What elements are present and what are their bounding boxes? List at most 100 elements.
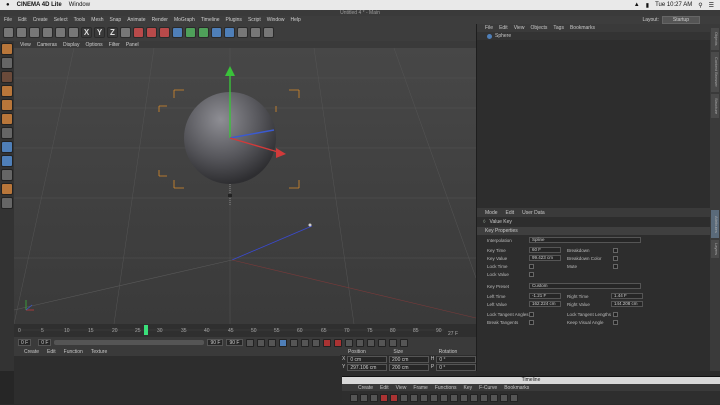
- attr-menu-user-data[interactable]: User Data: [522, 210, 545, 216]
- zero-angle-button[interactable]: [490, 394, 498, 402]
- menu-plugins[interactable]: Plugins: [226, 17, 242, 23]
- key-time-field[interactable]: 60 F: [529, 247, 561, 253]
- timeline-menu-view[interactable]: View: [396, 385, 407, 391]
- menu-mesh[interactable]: Mesh: [91, 17, 103, 23]
- min-frame-field[interactable]: 0 F: [38, 339, 52, 346]
- record-button[interactable]: [322, 338, 331, 347]
- render-view-button[interactable]: [133, 27, 144, 38]
- timeline-menu-create[interactable]: Create: [358, 385, 373, 391]
- deformer-button[interactable]: [224, 27, 235, 38]
- render-settings-button[interactable]: [159, 27, 170, 38]
- material-menu-edit[interactable]: Edit: [47, 349, 56, 355]
- zoom-button[interactable]: [400, 394, 408, 402]
- z-axis-lock-button[interactable]: Z: [107, 27, 118, 38]
- attr-menu-edit[interactable]: Edit: [506, 210, 515, 216]
- breakdown-color-checkbox[interactable]: [613, 256, 618, 261]
- timeline-menu-edit[interactable]: Edit: [380, 385, 389, 391]
- object-menu-edit[interactable]: Edit: [499, 25, 508, 31]
- object-menu-file[interactable]: File: [485, 25, 493, 31]
- viewport-menu-filter[interactable]: Filter: [109, 42, 120, 48]
- left-time-field[interactable]: -1.21 F: [529, 293, 561, 299]
- attr-menu-mode[interactable]: Mode: [485, 210, 498, 216]
- scale-button[interactable]: [55, 27, 66, 38]
- menu-window[interactable]: Window: [267, 17, 285, 23]
- rotation-key-button[interactable]: [377, 338, 386, 347]
- move-button[interactable]: [42, 27, 53, 38]
- redo-button[interactable]: [16, 27, 27, 38]
- menu-animate[interactable]: Animate: [127, 17, 145, 23]
- ease-button[interactable]: [470, 394, 478, 402]
- position-y-field[interactable]: 297.106 cm: [347, 363, 388, 371]
- start-frame-field[interactable]: 0 F: [18, 339, 32, 346]
- y-axis-lock-button[interactable]: Y: [94, 27, 105, 38]
- tab-key-properties[interactable]: Key Properties: [477, 227, 710, 235]
- size-x-field[interactable]: 200 cm: [389, 355, 429, 363]
- tab-content-browser[interactable]: Content Browser: [711, 52, 719, 92]
- material-menu-create[interactable]: Create: [24, 349, 39, 355]
- timeline-menu-frame[interactable]: Frame: [413, 385, 427, 391]
- y-axis-arrow-icon[interactable]: [225, 66, 235, 76]
- mac-clock[interactable]: Tue 10:27 AM: [655, 2, 692, 9]
- timeline-menu-key[interactable]: Key: [464, 385, 473, 391]
- axis-mode-icon[interactable]: [1, 127, 13, 139]
- timeline-menu-functions[interactable]: Functions: [435, 385, 457, 391]
- zero-length-button[interactable]: [500, 394, 508, 402]
- solo-icon[interactable]: [1, 183, 13, 195]
- live-select-button[interactable]: [29, 27, 40, 38]
- menu-script[interactable]: Script: [248, 17, 261, 23]
- break-tangent-button[interactable]: [510, 394, 518, 402]
- breakdown-checkbox[interactable]: [613, 248, 618, 253]
- right-time-field[interactable]: 1.44 F: [611, 293, 643, 299]
- go-to-start-button[interactable]: [245, 338, 254, 347]
- next-key-button[interactable]: [300, 338, 309, 347]
- viewport-menu-display[interactable]: Display: [63, 42, 79, 48]
- workplane-icon[interactable]: [1, 169, 13, 181]
- timeline-menu-fcurve[interactable]: F-Curve: [479, 385, 497, 391]
- spline-tangent-button[interactable]: [430, 394, 438, 402]
- step-tangent-button[interactable]: [440, 394, 448, 402]
- tab-objects[interactable]: Objects: [711, 28, 719, 50]
- fcurve-mode-button[interactable]: [360, 394, 368, 402]
- frame-all-button[interactable]: [410, 394, 418, 402]
- subdivision-button[interactable]: [185, 27, 196, 38]
- lock-time-checkbox[interactable]: [529, 264, 534, 269]
- playhead-marker[interactable]: [144, 325, 148, 335]
- tweak-mode-icon[interactable]: [1, 141, 13, 153]
- mute-checkbox[interactable]: [613, 264, 618, 269]
- right-value-field[interactable]: 144.208 cm: [611, 301, 643, 307]
- rotation-h-field[interactable]: 0 °: [436, 355, 476, 363]
- tab-layers[interactable]: Layers: [711, 240, 719, 258]
- interpolation-select[interactable]: Spline: [529, 237, 641, 243]
- object-list-item[interactable]: Sphere: [477, 32, 710, 40]
- menu-snap[interactable]: Snap: [110, 17, 122, 23]
- object-menu-objects[interactable]: Objects: [530, 25, 547, 31]
- menu-timeline[interactable]: Timeline: [201, 17, 220, 23]
- make-editable-icon[interactable]: [1, 43, 13, 55]
- menu-file[interactable]: File: [4, 17, 12, 23]
- menu-mograph[interactable]: MoGraph: [174, 17, 195, 23]
- point-level-key-button[interactable]: [399, 338, 408, 347]
- parameter-key-button[interactable]: [388, 338, 397, 347]
- left-value-field[interactable]: 162.224 cm: [529, 301, 561, 307]
- wifi-icon[interactable]: ▲: [634, 2, 640, 9]
- keyframe-mode-button[interactable]: [350, 394, 358, 402]
- tab-structure[interactable]: Structure: [711, 94, 719, 118]
- end-frame-field[interactable]: 90 F: [226, 339, 243, 346]
- material-menu-texture[interactable]: Texture: [91, 349, 107, 355]
- points-mode-icon[interactable]: [1, 85, 13, 97]
- polygons-mode-icon[interactable]: [1, 113, 13, 125]
- snap-icon[interactable]: [1, 155, 13, 167]
- timeline-menu-bookmarks[interactable]: Bookmarks: [504, 385, 529, 391]
- object-menu-tags[interactable]: Tags: [553, 25, 564, 31]
- next-frame-button[interactable]: [289, 338, 298, 347]
- model-mode-icon[interactable]: [1, 57, 13, 69]
- ease-in-button[interactable]: [450, 394, 458, 402]
- rotate-button[interactable]: [68, 27, 79, 38]
- rotation-p-field[interactable]: 0 °: [436, 363, 476, 371]
- position-key-button[interactable]: [355, 338, 364, 347]
- frame-range-slider[interactable]: [54, 340, 205, 345]
- play-button[interactable]: [278, 338, 287, 347]
- position-x-field[interactable]: 0 cm: [347, 355, 388, 363]
- auto-tangent-button[interactable]: [480, 394, 488, 402]
- menu-list-icon[interactable]: ☰: [709, 2, 714, 9]
